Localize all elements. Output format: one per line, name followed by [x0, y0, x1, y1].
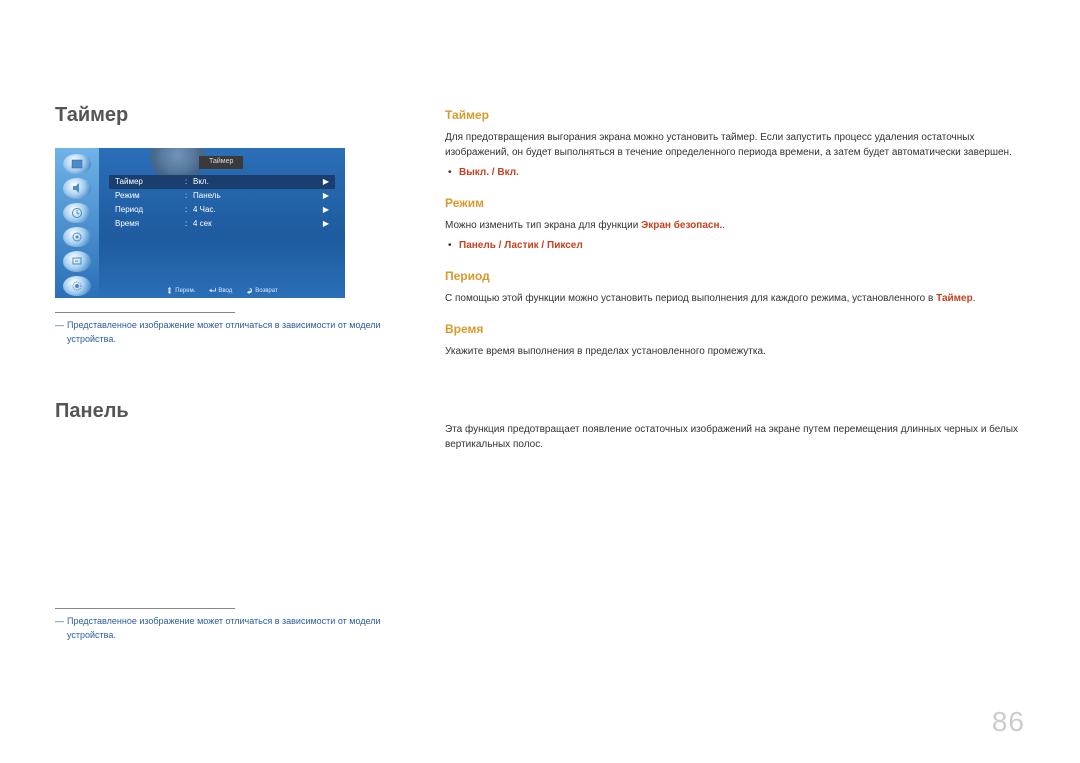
heading-timer: Таймер — [445, 106, 1025, 124]
timer-description: Для предотвращения выгорания экрана можн… — [445, 130, 1025, 160]
osd-breadcrumb: Таймер — [199, 156, 243, 169]
chevron-right-icon: ▶ — [323, 176, 329, 188]
osd-footer-return: Возврат — [246, 287, 278, 296]
osd-row-label: Период — [115, 204, 185, 216]
osd-screenshot: Таймер Таймер : Вкл. ▶ Режим : Панель ▶ — [55, 148, 345, 298]
caption-divider — [55, 312, 235, 313]
osd-row-time: Время : 4 сек ▶ — [109, 217, 335, 231]
panel-description: Эта функция предотвращает появление оста… — [445, 422, 1025, 452]
period-description: С помощью этой функции можно установить … — [445, 291, 1025, 306]
chevron-right-icon: ▶ — [323, 190, 329, 202]
osd-footer-move: Перем. — [166, 287, 195, 296]
osd-row-label: Режим — [115, 190, 185, 202]
input-icon — [63, 251, 91, 271]
option-eraser: Ластик — [504, 240, 538, 251]
osd-row-period: Период : 4 Час. ▶ — [109, 203, 335, 217]
osd-sidebar — [55, 148, 99, 298]
osd-row-value: Вкл. — [193, 176, 323, 188]
clock-icon — [63, 203, 91, 223]
mode-description: Можно изменить тип экрана для функции Эк… — [445, 218, 1025, 233]
image-disclaimer: Представленное изображение может отличат… — [55, 615, 405, 642]
heading-time: Время — [445, 320, 1025, 338]
option-off: Выкл. — [459, 167, 489, 178]
mode-options: Панель / Ластик / Пиксел — [445, 238, 1025, 253]
osd-row-value: 4 сек — [193, 218, 323, 230]
section-timer-title: Таймер — [55, 100, 405, 130]
time-description: Укажите время выполнения в пределах уста… — [445, 344, 1025, 359]
heading-period: Период — [445, 267, 1025, 285]
osd-row-value: 4 Час. — [193, 204, 323, 216]
option-on: Вкл. — [497, 167, 518, 178]
setup-icon — [63, 276, 91, 296]
picture-icon — [63, 154, 91, 174]
osd-row-mode: Режим : Панель ▶ — [109, 189, 335, 203]
option-pixel: Пиксел — [547, 240, 583, 251]
chevron-right-icon: ▶ — [323, 218, 329, 230]
page-number: 86 — [992, 701, 1025, 743]
image-disclaimer: Представленное изображение может отличат… — [55, 319, 405, 346]
caption-divider — [55, 608, 235, 609]
option-panel: Панель — [459, 240, 496, 251]
section-panel-title: Панель — [55, 396, 405, 426]
heading-mode: Режим — [445, 194, 1025, 212]
timer-options: Выкл. / Вкл. — [445, 165, 1025, 180]
osd-footer: Перем. Ввод Возврат — [99, 287, 345, 296]
sound-icon — [63, 178, 91, 198]
osd-row-label: Время — [115, 218, 185, 230]
chevron-right-icon: ▶ — [323, 204, 329, 216]
osd-row-label: Таймер — [115, 176, 185, 188]
osd-row-value: Панель — [193, 190, 323, 202]
osd-row-timer: Таймер : Вкл. ▶ — [109, 175, 335, 189]
osd-footer-enter: Ввод — [209, 287, 232, 296]
orbit-icon — [63, 227, 91, 247]
